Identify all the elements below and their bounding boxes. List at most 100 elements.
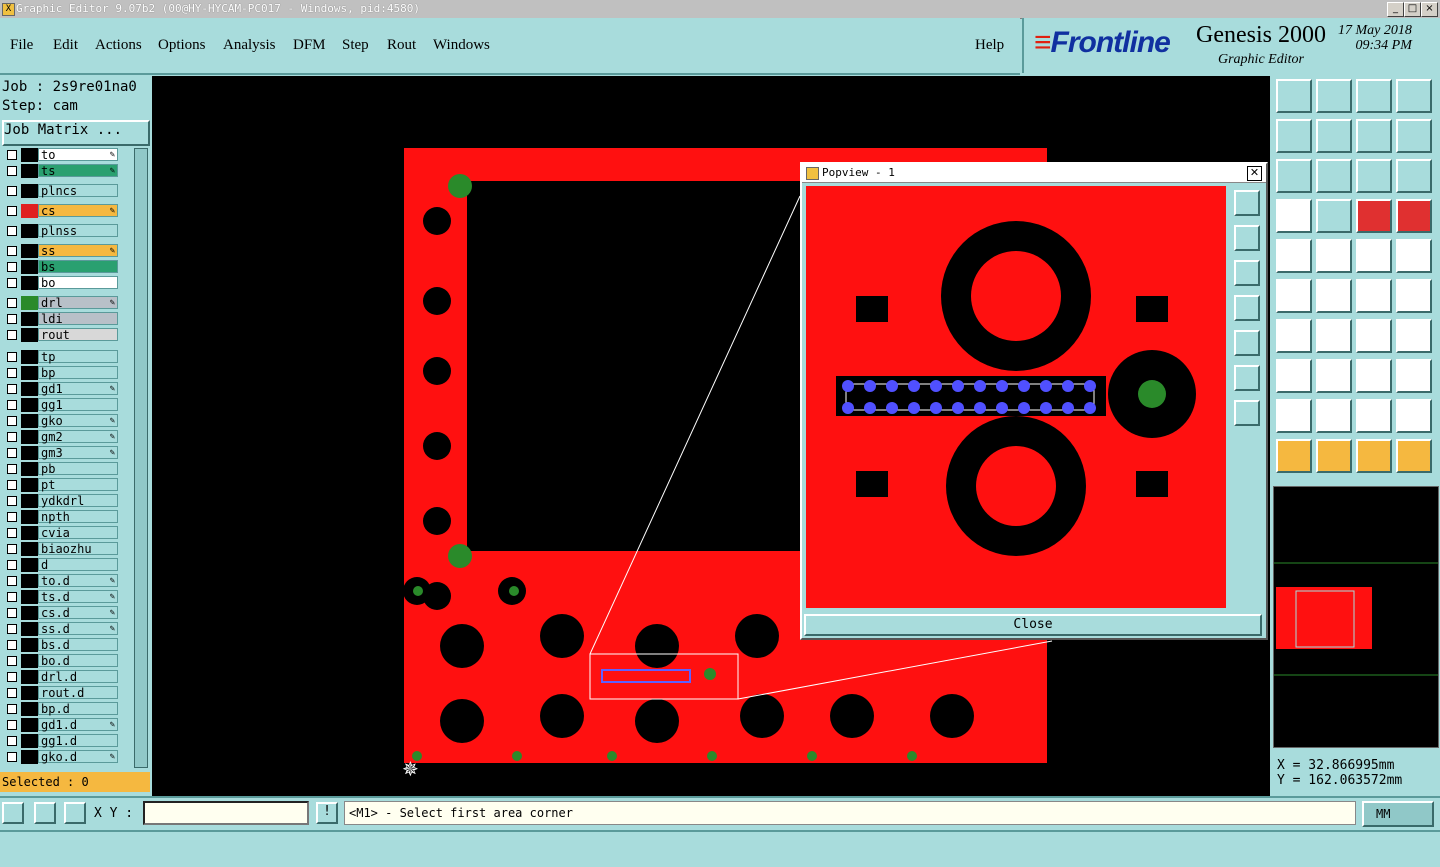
layer-row[interactable]: bp (3, 366, 119, 380)
layer-row[interactable]: gm2 ✎ (3, 430, 119, 444)
layer-name[interactable]: bp (38, 366, 118, 380)
layer-name[interactable]: npth (38, 510, 118, 524)
layer-color-swatch[interactable] (21, 382, 38, 396)
layer-checkbox[interactable] (7, 544, 17, 554)
layer-name[interactable]: ss ✎ (38, 244, 118, 258)
layer-row[interactable]: gd1.d ✎ (3, 718, 119, 732)
layer-name[interactable]: ydkdrl (38, 494, 118, 508)
layer-checkbox[interactable] (7, 150, 17, 160)
redraw-icon[interactable] (1396, 119, 1432, 153)
layer-color-swatch[interactable] (21, 276, 38, 290)
box-icon[interactable] (1356, 359, 1392, 393)
layer-checkbox[interactable] (7, 480, 17, 490)
layer-checkbox[interactable] (7, 528, 17, 538)
layer-name[interactable]: pb (38, 462, 118, 476)
layer-name[interactable]: bp.d (38, 702, 118, 716)
layer-checkbox[interactable] (7, 720, 17, 730)
popview-close-button[interactable]: Close (804, 614, 1262, 636)
layer-color-swatch[interactable] (21, 750, 38, 764)
layer-checkbox[interactable] (7, 384, 17, 394)
menu-options[interactable]: Options (158, 37, 206, 54)
maximize-button[interactable]: □ (1404, 2, 1421, 17)
grid-icon[interactable] (64, 802, 86, 824)
layer-checkbox[interactable] (7, 278, 17, 288)
layer-color-swatch[interactable] (21, 430, 38, 444)
layer-row[interactable]: plnss (3, 224, 119, 238)
layer-checkbox[interactable] (7, 672, 17, 682)
layer-row[interactable]: biaozhu (3, 542, 119, 556)
layer-row[interactable]: bo (3, 276, 119, 290)
layer-checkbox[interactable] (7, 560, 17, 570)
pointer-3-icon[interactable] (1356, 439, 1392, 473)
layer-checkbox[interactable] (7, 186, 17, 196)
move-right-icon[interactable] (1316, 119, 1352, 153)
layer-checkbox[interactable] (7, 416, 17, 426)
layer-row[interactable]: rout.d (3, 686, 119, 700)
layer-checkbox[interactable] (7, 448, 17, 458)
layer-row[interactable]: bs (3, 260, 119, 274)
layer-name[interactable]: cvia (38, 526, 118, 540)
layer-row[interactable]: gg1.d (3, 734, 119, 748)
layer-toggle-2-icon[interactable] (1396, 199, 1432, 233)
layer-color-swatch[interactable] (21, 328, 38, 342)
layer-checkbox[interactable] (7, 314, 17, 324)
layer-name[interactable]: to ✎ (38, 148, 118, 162)
popview-canvas[interactable] (806, 186, 1226, 608)
move-left-icon[interactable] (1276, 119, 1312, 153)
layer-color-swatch[interactable] (21, 446, 38, 460)
layer-color-swatch[interactable] (21, 558, 38, 572)
scale-icon[interactable] (1356, 159, 1392, 193)
close-window-button[interactable]: × (1421, 2, 1438, 17)
layer-row[interactable]: cs.d ✎ (3, 606, 119, 620)
move-down-icon[interactable] (1316, 79, 1352, 113)
pad-icon[interactable] (1276, 239, 1312, 273)
layer-name[interactable]: drl.d (38, 670, 118, 684)
move-up-icon[interactable] (1276, 79, 1312, 113)
popview-pan-left-icon[interactable] (1234, 295, 1260, 321)
popview-window[interactable]: Popview - 1 ✕ Close (800, 162, 1268, 640)
layer-color-swatch[interactable] (21, 702, 38, 716)
edit-icon[interactable] (1276, 199, 1312, 233)
pointer-2-icon[interactable] (1316, 439, 1352, 473)
arch-icon[interactable] (1356, 399, 1392, 433)
layer-row[interactable]: pb (3, 462, 119, 476)
layer-checkbox[interactable] (7, 752, 17, 762)
layer-row[interactable]: d (3, 558, 119, 572)
menu-file[interactable]: File (10, 37, 33, 54)
route-icon[interactable] (1396, 439, 1432, 473)
layer-row[interactable]: gg1 (3, 398, 119, 412)
split-icon[interactable] (1396, 319, 1432, 353)
layer-row[interactable]: gko ✎ (3, 414, 119, 428)
minus-icon[interactable] (1316, 359, 1352, 393)
layer-row[interactable]: to ✎ (3, 148, 119, 162)
layer-checkbox[interactable] (7, 608, 17, 618)
popview-close-icon[interactable]: ✕ (1247, 166, 1262, 181)
layer-row[interactable]: tp (3, 350, 119, 364)
layer-checkbox[interactable] (7, 512, 17, 522)
layer-name[interactable]: plncs (38, 184, 118, 198)
menu-dfm[interactable]: DFM (293, 37, 326, 54)
connect-icon[interactable] (1276, 279, 1312, 313)
menu-analysis[interactable]: Analysis (223, 37, 276, 54)
layer-checkbox[interactable] (7, 400, 17, 410)
layer-color-swatch[interactable] (21, 398, 38, 412)
layer-color-swatch[interactable] (21, 296, 38, 310)
shapes-icon[interactable] (1396, 359, 1432, 393)
layer-name[interactable]: drl ✎ (38, 296, 118, 310)
layer-name[interactable]: bs.d (38, 638, 118, 652)
layer-row[interactable]: rout (3, 328, 119, 342)
layer-row[interactable]: bs.d (3, 638, 119, 652)
grid-icon[interactable] (1316, 199, 1352, 233)
layer-row[interactable]: to.d ✎ (3, 574, 119, 588)
layer-row[interactable]: drl ✎ (3, 296, 119, 310)
layer-color-swatch[interactable] (21, 638, 38, 652)
measure-icon[interactable] (34, 802, 56, 824)
layer-name[interactable]: bs (38, 260, 118, 274)
layer-color-swatch[interactable] (21, 462, 38, 476)
layer-name[interactable]: gko.d ✎ (38, 750, 118, 764)
popview-zoom-fit-icon[interactable] (1234, 365, 1260, 391)
layer-name[interactable]: gg1 (38, 398, 118, 412)
diagonal-icon[interactable] (1316, 319, 1352, 353)
layer-color-swatch[interactable] (21, 164, 38, 178)
layer-checkbox[interactable] (7, 298, 17, 308)
